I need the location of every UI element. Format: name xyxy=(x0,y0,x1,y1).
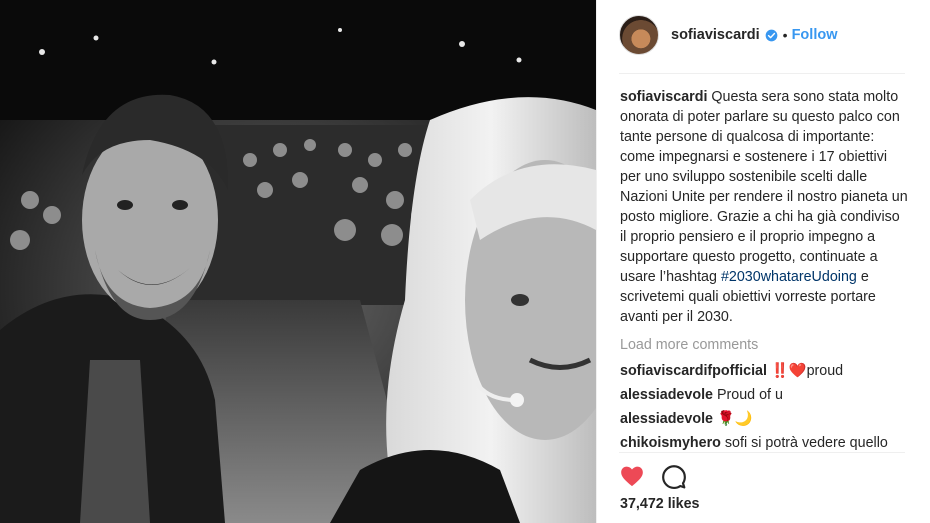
comment-text: Proud of u xyxy=(716,387,783,403)
follow-button[interactable]: Follow xyxy=(792,27,838,43)
comment-item: sofiaviscardifpofficial ‼️❤️proud xyxy=(620,361,910,381)
header-separator: • xyxy=(782,27,788,43)
comment-username[interactable]: alessiadevole xyxy=(620,387,713,403)
caption-hashtag-link[interactable]: #2030whatareUdoing xyxy=(721,269,857,285)
verified-badge-icon xyxy=(765,29,778,41)
comment-item: alessiadevole Proud of u xyxy=(620,385,910,405)
header-divider xyxy=(619,73,905,74)
post-actions xyxy=(619,462,703,490)
comment-item: alessiadevole 🌹🌙 xyxy=(620,409,910,429)
photo-illustration xyxy=(0,0,596,523)
post-side-panel: sofiaviscardi • Follow sofiaviscardi Que… xyxy=(596,0,930,523)
caption-username[interactable]: sofiaviscardi xyxy=(620,89,707,105)
caption-text: Questa sera sono stata molto onorata di … xyxy=(620,89,908,285)
header-username[interactable]: sofiaviscardi xyxy=(671,27,760,43)
comment-username[interactable]: sofiaviscardifpofficial xyxy=(620,363,767,379)
post-photo[interactable] xyxy=(0,0,596,523)
comment-bubble-icon[interactable] xyxy=(661,463,687,489)
likes-count[interactable]: 37,472 likes xyxy=(620,496,700,512)
comment-text: ‼️❤️proud xyxy=(770,363,844,379)
comment-username[interactable]: alessiadevole xyxy=(620,411,713,427)
heart-icon[interactable] xyxy=(619,463,645,489)
comments-section: sofiaviscardi Questa sera sono stata mol… xyxy=(620,87,910,452)
comment-username[interactable]: chikoismyhero xyxy=(620,435,721,451)
comment-item: chikoismyhero sofi si potrà vedere quell… xyxy=(620,433,910,452)
comment-text: 🌹🌙 xyxy=(716,411,753,427)
actions-divider xyxy=(619,452,905,453)
avatar[interactable] xyxy=(619,15,659,55)
post-header: sofiaviscardi • Follow xyxy=(619,14,909,56)
load-more-comments-button[interactable]: Load more comments xyxy=(620,335,910,355)
caption: sofiaviscardi Questa sera sono stata mol… xyxy=(620,87,910,327)
